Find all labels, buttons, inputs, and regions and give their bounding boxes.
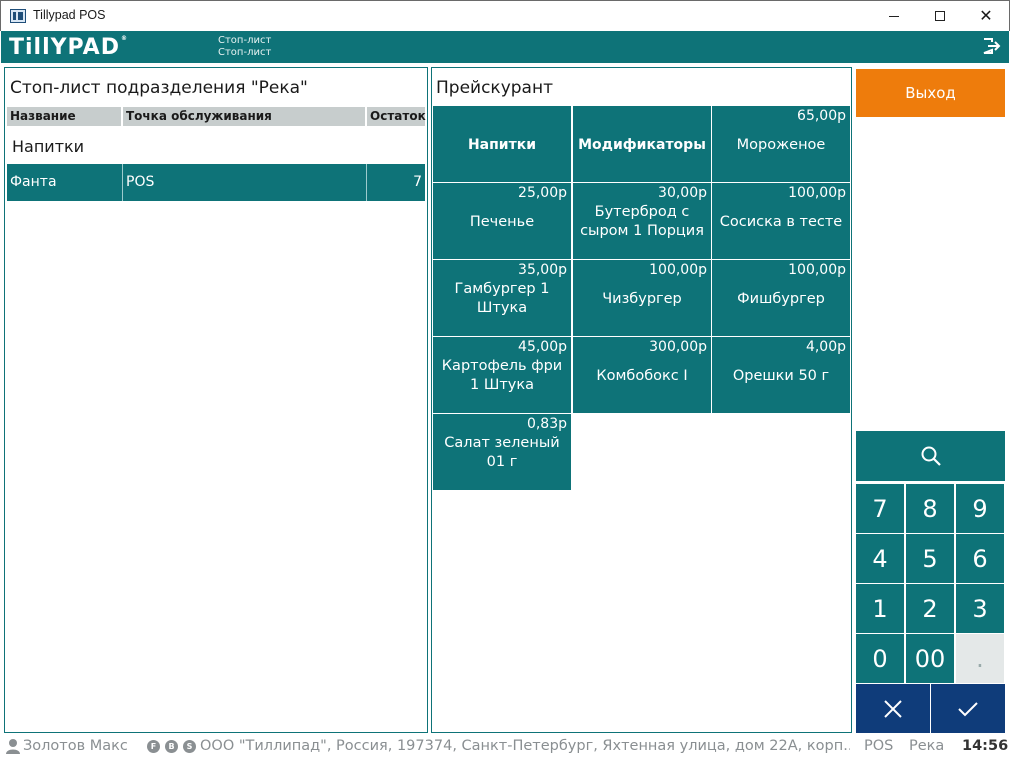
check-icon bbox=[958, 701, 978, 716]
tile-item[interactable]: 45,00р Картофель фри 1 Штука bbox=[433, 337, 571, 413]
status-bar: Золотов Макс F B S ООО "Тиллипад", Росси… bbox=[0, 735, 1010, 761]
tile-name: Комбобокс I bbox=[596, 367, 688, 384]
pricelist-title: Прейскурант bbox=[436, 78, 553, 98]
tile-item[interactable]: 25,00р Печенье bbox=[433, 183, 571, 259]
tile-item[interactable]: 0,83р Салат зеленый 01 г bbox=[433, 414, 571, 490]
tile-name: Чизбургер bbox=[602, 290, 682, 307]
tile-name: Напитки bbox=[467, 136, 537, 153]
stoplist-header: Название Точка обслуживания Остаток bbox=[7, 107, 426, 126]
column-name[interactable]: Название bbox=[7, 107, 123, 126]
key-00[interactable]: 00 bbox=[906, 634, 954, 683]
tile-folder-modifiers[interactable]: Модификаторы bbox=[573, 106, 711, 182]
badge-f-icon: F bbox=[147, 740, 160, 753]
key-4[interactable]: 4 bbox=[856, 534, 904, 583]
search-icon bbox=[921, 446, 941, 466]
tile-name: Картофель фри 1 Штука bbox=[441, 358, 563, 393]
tile-item[interactable]: 35,00р Гамбургер 1 Штука bbox=[433, 260, 571, 336]
header-breadcrumb: Стоп-лист Стоп-лист bbox=[218, 35, 271, 59]
tile-name: Бутерброд с сыром 1 Порция bbox=[580, 204, 704, 239]
tile-folder-drinks[interactable]: Напитки bbox=[433, 106, 571, 182]
pricelist-panel: Прейскурант Напитки Модификаторы 65,00р … bbox=[431, 67, 852, 733]
key-8[interactable]: 8 bbox=[906, 484, 954, 533]
table-row[interactable]: Фанта POS 7 bbox=[7, 164, 425, 201]
close-icon: ✕ bbox=[979, 6, 993, 25]
maximize-icon bbox=[935, 11, 945, 21]
key-2[interactable]: 2 bbox=[906, 584, 954, 633]
tile-name: Модификаторы bbox=[578, 136, 706, 153]
status-pos: POS bbox=[864, 738, 894, 754]
close-window-button[interactable]: ✕ bbox=[963, 1, 1009, 31]
breadcrumb-top: Стоп-лист bbox=[218, 35, 272, 46]
key-5[interactable]: 5 bbox=[906, 534, 954, 583]
minimize-button[interactable] bbox=[871, 1, 917, 31]
maximize-button[interactable] bbox=[917, 1, 963, 31]
key-decimal[interactable]: . bbox=[956, 634, 1004, 683]
app-header: TillYPAD® Стоп-лист Стоп-лист bbox=[1, 31, 1009, 63]
row-remainder: 7 bbox=[413, 174, 422, 190]
badge-s-icon: S bbox=[183, 740, 196, 753]
user-name: Золотов Макс bbox=[23, 738, 128, 754]
tile-item[interactable]: 100,00р Фишбургер bbox=[712, 260, 850, 336]
breadcrumb-bottom: Стоп-лист bbox=[218, 47, 272, 58]
key-0[interactable]: 0 bbox=[856, 634, 904, 683]
tile-item[interactable]: 30,00р Бутерброд с сыром 1 Порция bbox=[573, 183, 711, 259]
tillypad-logo: TillYPAD® bbox=[9, 35, 128, 60]
exit-button[interactable]: Выход bbox=[856, 69, 1005, 117]
tile-name: Сосиска в тесте bbox=[719, 213, 843, 230]
window-titlebar: Tillypad POS ✕ bbox=[0, 0, 1010, 31]
tile-item[interactable]: 300,00р Комбобокс I bbox=[573, 337, 711, 413]
badge-b-icon: B bbox=[165, 740, 178, 753]
tile-name: Гамбургер 1 Штука bbox=[454, 281, 550, 316]
tile-item[interactable]: 100,00р Чизбургер bbox=[573, 260, 711, 336]
column-service-point[interactable]: Точка обслуживания bbox=[123, 107, 367, 126]
key-6[interactable]: 6 bbox=[956, 534, 1004, 583]
organization-info: ООО "Тиллипад", Россия, 197374, Санкт-Пе… bbox=[200, 738, 850, 754]
tile-name: Салат зеленый 01 г bbox=[444, 435, 560, 470]
status-department: Река bbox=[909, 738, 945, 754]
key-3[interactable]: 3 bbox=[956, 584, 1004, 633]
column-remainder[interactable]: Остаток bbox=[367, 107, 426, 126]
confirm-button[interactable] bbox=[931, 684, 1005, 733]
tile-item[interactable]: 100,00р Сосиска в тесте bbox=[712, 183, 850, 259]
row-point: POS bbox=[123, 164, 367, 201]
close-icon bbox=[884, 699, 902, 718]
stoplist-group: Напитки bbox=[12, 137, 85, 156]
user-icon bbox=[6, 739, 20, 754]
key-9[interactable]: 9 bbox=[956, 484, 1004, 533]
key-1[interactable]: 1 bbox=[856, 584, 904, 633]
tile-name: Фишбургер bbox=[737, 290, 825, 307]
tile-name: Мороженое bbox=[736, 136, 826, 153]
cancel-button[interactable] bbox=[856, 684, 930, 733]
stoplist-panel: Стоп-лист подразделения "Река" Название … bbox=[4, 67, 428, 733]
search-button[interactable] bbox=[856, 431, 1005, 481]
minimize-icon bbox=[889, 15, 899, 17]
window-title: Tillypad POS bbox=[33, 8, 106, 22]
status-time: 14:56 bbox=[962, 738, 1009, 754]
tile-name: Печенье bbox=[469, 213, 535, 230]
tile-name: Орешки 50 г bbox=[732, 367, 830, 384]
logout-icon[interactable] bbox=[983, 38, 1001, 54]
app-icon bbox=[10, 9, 26, 23]
tile-item[interactable]: 65,00р Мороженое bbox=[712, 106, 850, 182]
tile-item[interactable]: 4,00р Орешки 50 г bbox=[712, 337, 850, 413]
stoplist-title: Стоп-лист подразделения "Река" bbox=[10, 78, 308, 98]
key-7[interactable]: 7 bbox=[856, 484, 904, 533]
row-name: Фанта bbox=[7, 164, 123, 201]
